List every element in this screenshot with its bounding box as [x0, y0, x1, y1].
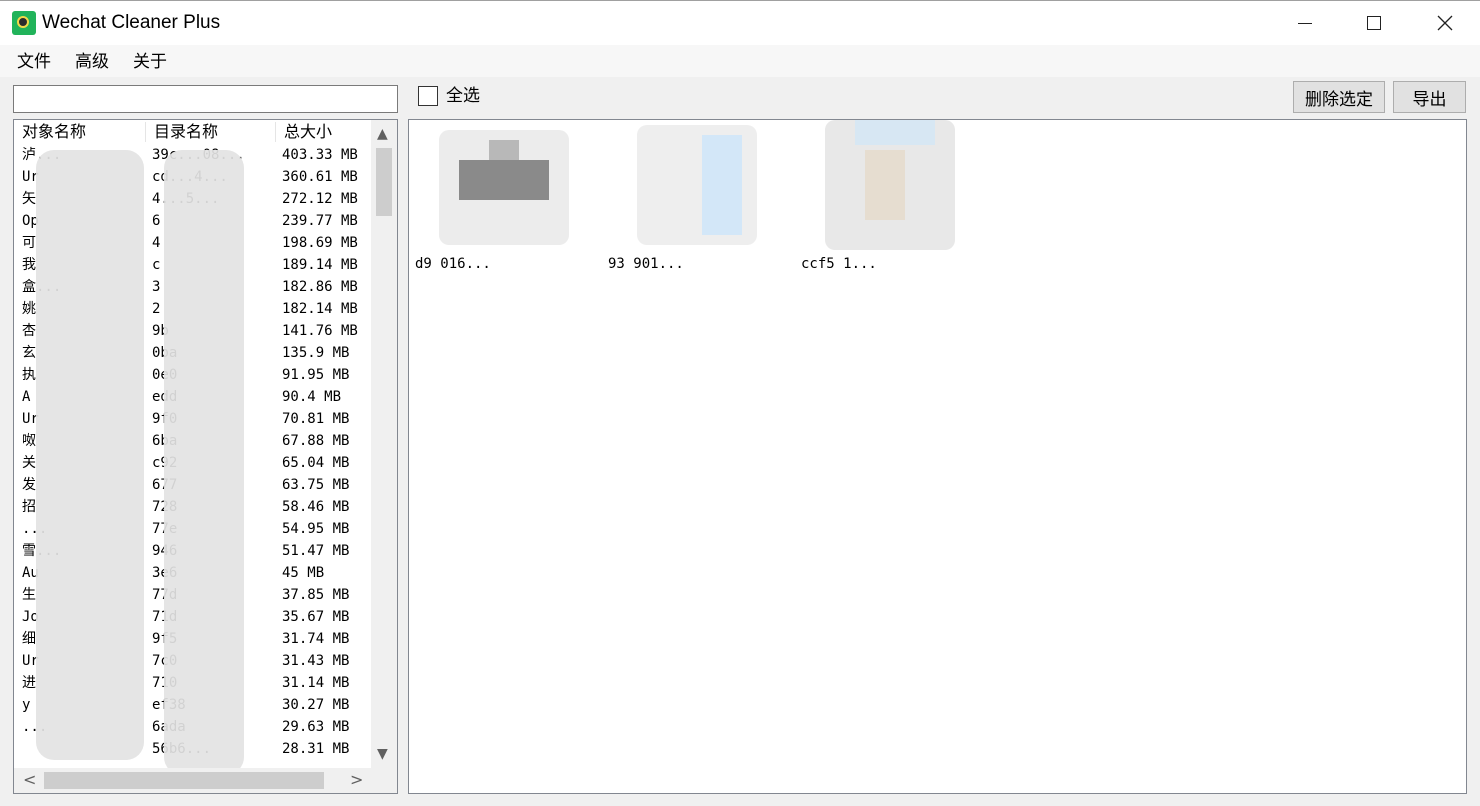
thumbnail-panel: d9 016... 93 901... ccf5 1...	[408, 119, 1467, 794]
thumbnail-image	[622, 120, 772, 250]
row-size: 182.86 MB	[282, 279, 358, 295]
vertical-scrollbar[interactable]: ▲ ▼	[371, 120, 397, 770]
search-input[interactable]	[13, 85, 398, 113]
row-size: 63.75 MB	[282, 477, 350, 493]
maximize-button[interactable]	[1339, 1, 1409, 45]
thumbnail-caption: 93 901...	[608, 256, 684, 272]
thumbnail-item[interactable]: 93 901...	[602, 120, 792, 280]
row-size: 45 MB	[282, 565, 325, 581]
title-bar: Wechat Cleaner Plus	[0, 0, 1480, 45]
row-size: 198.69 MB	[282, 235, 358, 251]
row-size: 272.12 MB	[282, 191, 358, 207]
menu-about[interactable]: 关于	[133, 51, 167, 73]
thumbnail-caption: d9 016...	[415, 256, 491, 272]
row-size: 29.63 MB	[282, 719, 350, 735]
row-size: 141.76 MB	[282, 323, 358, 339]
horizontal-scrollbar[interactable]: < >	[14, 768, 371, 793]
row-size: 65.04 MB	[282, 455, 350, 471]
window-title: Wechat Cleaner Plus	[42, 12, 221, 33]
select-all-label[interactable]: 全选	[446, 85, 480, 107]
app-icon	[12, 11, 36, 35]
row-size: 90.4 MB	[282, 389, 342, 405]
thumbnail-item[interactable]: d9 016...	[409, 120, 599, 280]
row-size: 31.43 MB	[282, 653, 350, 669]
row-size: 31.14 MB	[282, 675, 350, 691]
export-button[interactable]: 导出	[1393, 81, 1466, 113]
row-size: 31.74 MB	[282, 631, 350, 647]
row-size: 360.61 MB	[282, 169, 358, 185]
scroll-left-icon[interactable]: <	[23, 772, 36, 788]
thumbnail-item[interactable]: ccf5 1...	[795, 120, 985, 280]
minimize-button[interactable]	[1270, 1, 1340, 45]
row-size: 37.85 MB	[282, 587, 350, 603]
close-button[interactable]	[1410, 1, 1480, 45]
row-size: 30.27 MB	[282, 697, 350, 713]
vertical-scroll-thumb[interactable]	[376, 148, 392, 216]
maximize-icon	[1367, 16, 1381, 30]
thumbnail-caption: ccf5 1...	[801, 256, 877, 272]
horizontal-scroll-thumb[interactable]	[44, 772, 324, 789]
privacy-blur	[36, 150, 144, 760]
privacy-blur	[164, 150, 244, 775]
minimize-icon	[1298, 22, 1312, 24]
scroll-down-icon[interactable]: ▼	[377, 746, 388, 762]
menu-advanced[interactable]: 高级	[75, 51, 109, 73]
row-size: 239.77 MB	[282, 213, 358, 229]
scroll-corner	[371, 768, 397, 793]
scroll-right-icon[interactable]: >	[350, 772, 363, 788]
list-header: 对象名称 目录名称 总大小	[14, 120, 372, 144]
column-header-size[interactable]: 总大小	[276, 120, 372, 144]
object-list[interactable]: 对象名称 目录名称 总大小 泸...39c...08...403.33 MBUr…	[13, 119, 398, 794]
row-size: 51.47 MB	[282, 543, 350, 559]
menu-file[interactable]: 文件	[17, 51, 51, 73]
row-size: 54.95 MB	[282, 521, 350, 537]
close-icon	[1437, 15, 1453, 31]
row-size: 91.95 MB	[282, 367, 350, 383]
row-size: 135.9 MB	[282, 345, 350, 361]
row-size: 189.14 MB	[282, 257, 358, 273]
row-size: 28.31 MB	[282, 741, 350, 757]
thumbnail-image	[429, 120, 579, 250]
row-size: 67.88 MB	[282, 433, 350, 449]
row-size: 58.46 MB	[282, 499, 350, 515]
scroll-up-icon[interactable]: ▲	[377, 126, 388, 142]
column-header-name[interactable]: 对象名称	[14, 120, 144, 144]
select-all-checkbox[interactable]	[418, 86, 438, 106]
row-size: 403.33 MB	[282, 147, 358, 163]
row-size: 182.14 MB	[282, 301, 358, 317]
thumbnail-image	[815, 120, 965, 250]
row-size: 70.81 MB	[282, 411, 350, 427]
row-size: 35.67 MB	[282, 609, 350, 625]
menu-bar: 文件 高级 关于	[0, 45, 1480, 77]
column-header-dir[interactable]: 目录名称	[146, 120, 276, 144]
delete-selected-button[interactable]: 删除选定	[1293, 81, 1385, 113]
